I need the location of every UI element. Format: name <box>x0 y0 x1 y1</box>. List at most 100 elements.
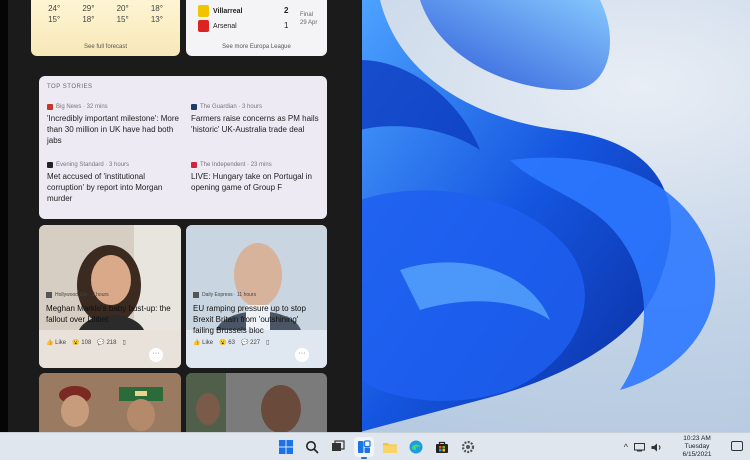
clock-date: 6/15/2021 <box>682 451 712 458</box>
sports-widget[interactable]: Villarreal Arsenal 2 1 Final 29 Apr See … <box>186 0 327 56</box>
arsenal-crest-icon <box>198 20 209 32</box>
news-source: Daily Express · 11 hours <box>193 292 256 298</box>
top-stories-widget: TOP STORIES Big News · 32 mins 'Incredib… <box>39 76 327 219</box>
team-name: Arsenal <box>213 22 237 30</box>
news-source-label: Daily Express · 11 hours <box>202 292 257 298</box>
forecast-high: 18° <box>150 4 163 13</box>
story-title[interactable]: Met accused of 'institutional corruption… <box>47 171 181 204</box>
team-score: 2 <box>284 6 289 15</box>
search-button[interactable] <box>302 437 322 457</box>
reaction-count-value: 108 <box>81 340 92 346</box>
story-title[interactable]: Farmers raise concerns as PM hails 'hist… <box>191 113 325 135</box>
forecast-lows: 15° 18° 15° 13° <box>31 15 180 24</box>
publisher-logo-icon <box>46 292 52 298</box>
like-button[interactable]: 👍 Like <box>46 339 66 346</box>
reaction-count: 😮 63 <box>219 340 235 346</box>
team-row: Arsenal <box>198 20 237 32</box>
news-card[interactable] <box>186 373 327 432</box>
match-status: Final 29 Apr <box>300 11 317 27</box>
story-title[interactable]: LIVE: Hungary take on Portugal in openin… <box>191 171 325 193</box>
news-title[interactable]: EU ramping pressure up to stop Brexit Br… <box>193 303 320 336</box>
file-explorer-button[interactable] <box>380 437 400 457</box>
system-clock[interactable]: 10:23 AM Tuesday 6/15/2021 <box>670 435 724 459</box>
network-icon[interactable] <box>634 442 645 452</box>
news-source: Hollywood Life · 2 hours <box>46 292 109 298</box>
task-view-button[interactable] <box>328 437 348 457</box>
publisher-logo-icon <box>47 161 53 168</box>
publisher-logo-icon <box>191 103 197 110</box>
store-button[interactable] <box>432 437 452 457</box>
news-source-label: Hollywood Life · 2 hours <box>55 292 109 298</box>
save-icon[interactable]: ▯ <box>266 339 269 346</box>
system-tray: ^ <box>624 433 662 460</box>
weather-widget[interactable]: 24° 29° 20° 18° 15° 18° 15° 13° See full… <box>31 0 180 56</box>
see-more-europa-league-link[interactable]: See more Europa League <box>186 44 327 50</box>
forecast-highs: 24° 29° 20° 18° <box>31 4 180 13</box>
like-button[interactable]: 👍 Like <box>193 339 213 346</box>
start-button[interactable] <box>276 437 296 457</box>
chevron-up-icon[interactable]: ^ <box>624 442 628 452</box>
like-label: Like <box>55 340 67 346</box>
news-title[interactable]: Meghan Markle's baby bust-up: the fallou… <box>46 303 174 325</box>
settings-button[interactable] <box>458 437 478 457</box>
publisher-logo-icon <box>47 103 53 110</box>
story-item[interactable]: Big News · 32 mins 'Incredibly important… <box>47 102 181 146</box>
taskbar-apps <box>276 437 478 459</box>
story-source-label: Evening Standard · 3 hours <box>56 161 130 168</box>
story-source-label: The Guardian · 3 hours <box>200 103 263 110</box>
comment-count: 227 <box>250 340 261 346</box>
story-item[interactable]: The Independent · 23 mins LIVE: Hungary … <box>191 160 325 193</box>
forecast-high: 29° <box>82 4 95 13</box>
clock-day: Tuesday <box>684 443 710 450</box>
story-source: Big News · 32 mins <box>47 102 181 111</box>
widgets-button[interactable] <box>354 437 374 459</box>
folder-icon <box>383 443 397 453</box>
comments-button[interactable]: 💬 218 <box>97 339 116 346</box>
comments-button[interactable]: 💬 227 <box>241 339 260 346</box>
like-label: Like <box>202 340 214 346</box>
story-title[interactable]: 'Incredibly important milestone': More t… <box>47 113 181 146</box>
team-row: Villarreal <box>198 5 242 17</box>
widgets-panel: 24° 29° 20° 18° 15° 18° 15° 13° See full… <box>0 0 362 432</box>
story-source-label: The Independent · 23 mins <box>200 161 272 168</box>
match-date: 29 Apr <box>300 20 318 26</box>
taskbar: ^ 10:23 AM Tuesday 6/15/2021 <box>0 432 750 460</box>
forecast-low: 15° <box>48 15 61 24</box>
publisher-logo-icon <box>191 161 197 168</box>
forecast-low: 13° <box>150 15 163 24</box>
see-full-forecast-link[interactable]: See full forecast <box>31 44 180 50</box>
store-icon <box>436 441 448 453</box>
forecast-high: 24° <box>48 4 61 13</box>
notification-icon[interactable] <box>731 441 743 451</box>
edge-browser-button[interactable] <box>406 437 426 457</box>
story-source: Evening Standard · 3 hours <box>47 160 181 169</box>
team-name: Villarreal <box>213 7 243 15</box>
story-item[interactable]: The Guardian · 3 hours Farmers raise con… <box>191 102 325 135</box>
publisher-logo-icon <box>193 292 199 298</box>
more-options-icon[interactable]: ··· <box>149 348 163 362</box>
news-reactions: 👍 Like 😮 63 💬 227 ▯ <box>193 339 269 346</box>
story-source: The Guardian · 3 hours <box>191 102 325 111</box>
forecast-low: 18° <box>82 15 95 24</box>
windows-bloom-wallpaper <box>360 0 716 432</box>
more-options-icon[interactable]: ··· <box>295 348 309 362</box>
widgets-icon <box>358 440 371 453</box>
news-card[interactable]: Daily Express · 11 hours EU ramping pres… <box>186 225 327 368</box>
save-icon[interactable]: ▯ <box>122 339 125 346</box>
story-source: The Independent · 23 mins <box>191 160 325 169</box>
search-icon <box>306 441 319 454</box>
news-reactions: 👍 Like 😮 108 💬 218 ▯ <box>46 339 126 346</box>
reaction-count-value: 63 <box>228 340 235 346</box>
news-card[interactable] <box>39 373 181 432</box>
news-photo <box>39 373 181 432</box>
clock-time: 10:23 AM <box>683 435 711 442</box>
edge-icon <box>409 440 423 454</box>
forecast-high: 20° <box>116 4 129 13</box>
news-card[interactable]: Hollywood Life · 2 hours Meghan Markle's… <box>39 225 181 368</box>
comment-count: 218 <box>106 340 117 346</box>
windows-logo-icon <box>279 440 293 454</box>
volume-icon[interactable] <box>651 443 662 452</box>
gear-icon <box>461 440 475 454</box>
story-source-label: Big News · 32 mins <box>56 103 108 110</box>
story-item[interactable]: Evening Standard · 3 hours Met accused o… <box>47 160 181 204</box>
